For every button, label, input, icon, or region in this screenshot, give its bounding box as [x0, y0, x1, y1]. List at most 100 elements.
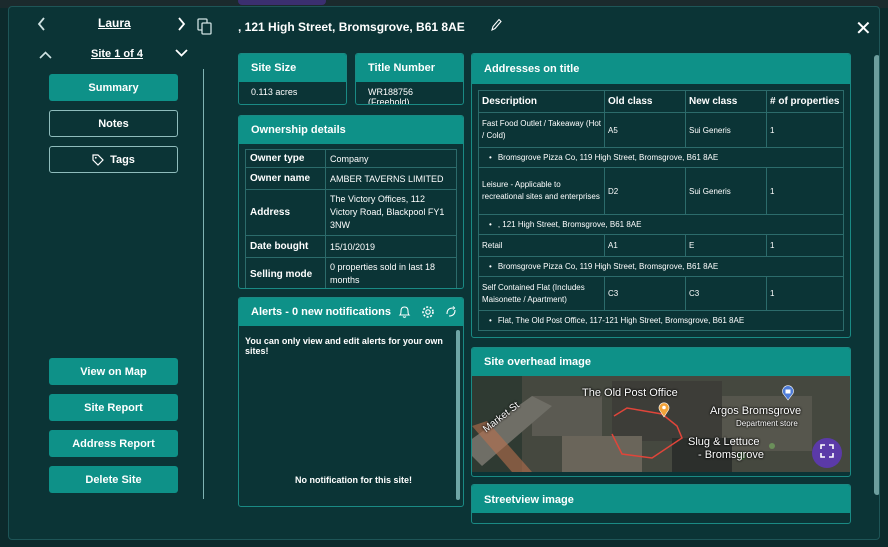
new-class-cell: Sui Generis: [685, 112, 767, 148]
count-cell: 1: [766, 112, 844, 148]
bullet-icon: •: [489, 262, 492, 271]
address-list-item: • , 121 High Street, Bromsgrove, B61 8AE: [478, 214, 844, 235]
edit-pencil-icon[interactable]: [490, 18, 502, 37]
table-row: Address The Victory Offices, 112 Victory…: [245, 189, 457, 236]
site-position-link[interactable]: Site 1 of 4: [91, 48, 143, 60]
alerts-empty-message: No notification for this site!: [295, 475, 412, 485]
table-row: Fast Food Outlet / Takeaway (Hot / Cold)…: [478, 112, 844, 148]
map-poi-label: Slug & Lettuce: [688, 436, 760, 448]
bullet-icon: •: [489, 153, 492, 162]
owner-type-key: Owner type: [245, 149, 326, 168]
tag-icon: [92, 153, 104, 166]
expand-map-button[interactable]: [812, 438, 842, 468]
address-list-item: • Flat, The Old Post Office, 117-121 High…: [478, 310, 844, 331]
next-user-chevron-icon[interactable]: [177, 17, 186, 33]
overhead-map[interactable]: Market St The Old Post Office Argos Brom…: [472, 376, 850, 472]
site-size-label: Site Size: [239, 54, 346, 82]
summary-button[interactable]: Summary: [49, 74, 178, 101]
site-address-title: , 121 High Street, Bromsgrove, B61 8AE: [238, 20, 465, 34]
ownership-card: Ownership details Owner type Company Own…: [238, 115, 464, 289]
column-header: New class: [685, 90, 767, 113]
description-cell: Retail: [478, 234, 605, 257]
tags-button-label: Tags: [110, 153, 135, 166]
site-report-button[interactable]: Site Report: [49, 394, 178, 421]
streetview-label: Streetview image: [472, 485, 850, 513]
column-header: Old class: [604, 90, 686, 113]
addresses-card: Addresses on title Description Old class…: [471, 53, 851, 338]
fullscreen-icon: [820, 443, 834, 463]
map-poi-sublabel: - Bromsgrove: [698, 449, 765, 461]
address-report-label: Address Report: [72, 437, 155, 450]
alerts-card: Alerts - 0 new notifications You can onl…: [238, 297, 464, 507]
address-sub-row: • Bromsgrove Pizza Co, 119 High Street, B…: [478, 256, 844, 277]
table-row: Owner type Company: [245, 149, 457, 168]
address-report-button[interactable]: Address Report: [49, 430, 178, 457]
copy-icon[interactable]: [197, 18, 213, 40]
close-icon[interactable]: ✕: [855, 16, 872, 41]
address-sub-row: • , 121 High Street, Bromsgrove, B61 8AE: [478, 214, 844, 235]
top-tab: [238, 0, 326, 5]
address-text: Flat, The Old Post Office, 117-121 High …: [497, 316, 745, 325]
title-number-card: Title Number WR188756 (Freehold): [355, 53, 464, 105]
new-class-cell: Sui Generis: [685, 167, 767, 215]
table-row: Selling mode 0 properties sold in last 1…: [245, 257, 457, 288]
new-class-cell: C3: [685, 276, 767, 311]
map-poi-sublabel: Department store: [736, 419, 798, 428]
ownership-label: Ownership details: [239, 116, 463, 144]
table-row: Date bought 15/10/2019: [245, 235, 457, 258]
description-cell: Leisure - Applicable to recreational sit…: [478, 167, 605, 215]
title-number-value: WR188756 (Freehold): [368, 87, 414, 105]
table-row: Owner name AMBER TAVERNS LIMITED: [245, 167, 457, 190]
gear-icon[interactable]: [421, 305, 435, 324]
user-name-link[interactable]: Laura: [98, 16, 131, 30]
delete-site-button[interactable]: Delete Site: [49, 466, 178, 493]
next-site-chevron-icon[interactable]: [175, 45, 188, 59]
previous-user-chevron-icon[interactable]: [37, 17, 46, 33]
previous-site-chevron-icon[interactable]: [39, 47, 52, 61]
site-report-label: Site Report: [84, 401, 143, 414]
owner-type-value: Company: [325, 149, 457, 168]
shopping-bag-pin-icon[interactable]: [781, 385, 795, 406]
view-on-map-button[interactable]: View on Map: [49, 358, 178, 385]
address-sub-row: • Flat, The Old Post Office, 117-121 High…: [478, 310, 844, 331]
address-key: Address: [245, 189, 326, 236]
table-header-row: Description Old class New class # of pro…: [478, 90, 844, 113]
notes-button-label: Notes: [98, 117, 129, 130]
site-size-card: Site Size 0.113 acres: [238, 53, 347, 105]
addresses-table: Description Old class New class # of pro…: [478, 90, 844, 331]
table-row: Leisure - Applicable to recreational sit…: [478, 167, 844, 215]
title-number-label: Title Number: [356, 54, 463, 82]
addresses-label: Addresses on title: [472, 54, 850, 84]
address-list-item: • Bromsgrove Pizza Co, 119 High Street, B…: [478, 256, 844, 277]
nav-divider: [203, 69, 204, 499]
old-class-cell: A5: [604, 112, 686, 148]
map-poi-label: The Old Post Office: [582, 387, 678, 399]
map-poi-label: Argos Bromsgrove: [710, 405, 802, 417]
tags-button[interactable]: Tags: [49, 146, 178, 173]
selling-mode-value: 0 properties sold in last 18 months: [325, 257, 457, 288]
date-bought-value: 15/10/2019: [325, 235, 457, 258]
refresh-icon[interactable]: [445, 305, 457, 324]
count-cell: 1: [766, 234, 844, 257]
alerts-scrollbar[interactable]: [456, 330, 460, 500]
summary-button-label: Summary: [88, 81, 139, 94]
old-class-cell: A1: [604, 234, 686, 257]
date-bought-key: Date bought: [245, 235, 326, 258]
ownership-table: Owner type Company Owner name AMBER TAVE…: [245, 149, 457, 288]
alerts-permission-message: You can only view and edit alerts for yo…: [245, 336, 443, 356]
site-size-value: 0.113 acres: [251, 87, 298, 97]
map-pin-icon[interactable]: [658, 402, 670, 423]
overhead-card: Site overhead image Market St The Old Po…: [471, 347, 851, 477]
column-header: # of properties: [766, 90, 844, 113]
overhead-label: Site overhead image: [472, 348, 850, 376]
notes-button[interactable]: Notes: [49, 110, 178, 137]
page-scrollbar[interactable]: [874, 55, 879, 495]
site-panel: Laura Site 1 of 4 Summary Notes Tags Vie…: [8, 6, 880, 540]
bell-icon[interactable]: [398, 305, 411, 324]
old-class-cell: C3: [604, 276, 686, 311]
address-text: , 121 High Street, Bromsgrove, B61 8AE: [497, 220, 642, 229]
column-header: Description: [478, 90, 605, 113]
count-cell: 1: [766, 167, 844, 215]
old-class-cell: D2: [604, 167, 686, 215]
address-text: Bromsgrove Pizza Co, 119 High Street, Br…: [497, 262, 719, 271]
